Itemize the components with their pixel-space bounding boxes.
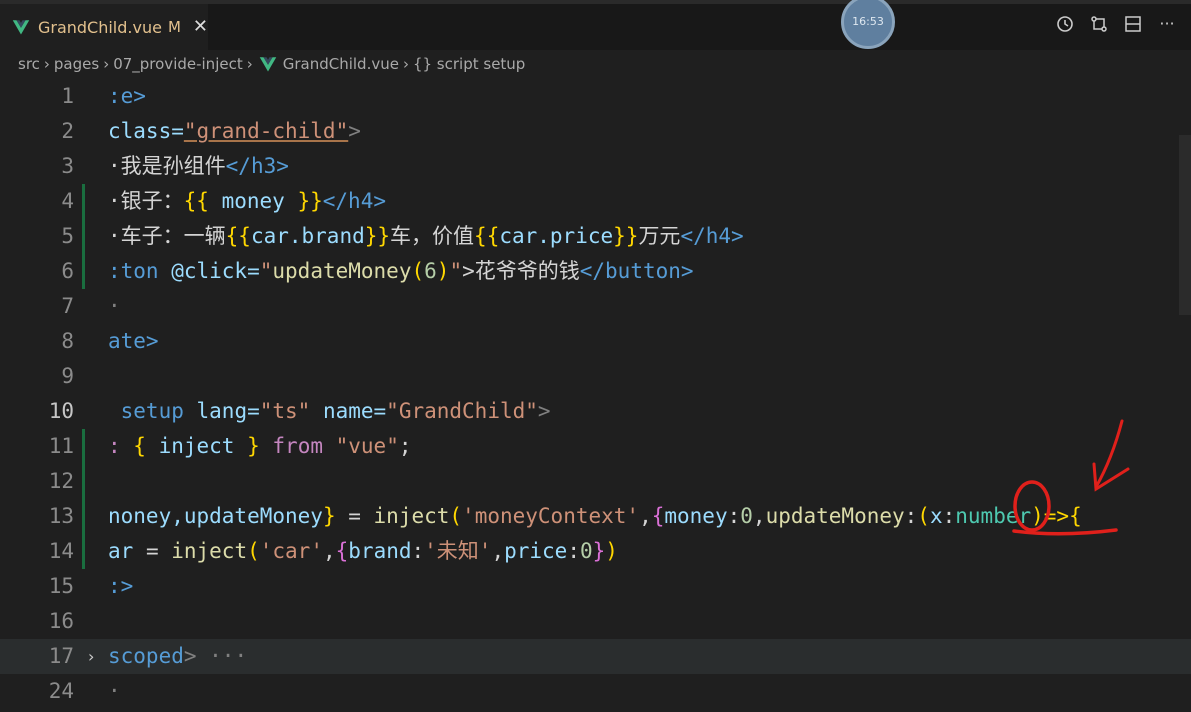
tab-file-name: GrandChild.vue — [37, 17, 162, 37]
code-line: 2 class="grand-child"> — [0, 114, 1191, 149]
line-number: 13 — [48, 504, 74, 528]
breadcrumb-item-file[interactable]: GrandChild.vue — [283, 55, 399, 73]
breadcrumb: src › pages › 07_provide-inject › GrandC… — [0, 50, 1191, 78]
breadcrumb-item-pages[interactable]: pages — [54, 55, 99, 73]
line-number: 12 — [48, 469, 74, 493]
chevron-right-icon: › — [246, 55, 253, 73]
breadcrumb-item-folder[interactable]: 07_provide-inject — [113, 55, 243, 73]
code-line: 7 · — [0, 289, 1191, 324]
vue-icon — [12, 20, 30, 35]
code-line: 1 :e> — [0, 79, 1191, 114]
code-line: 9 — [0, 359, 1191, 394]
breadcrumb-item-symbol[interactable]: {} script setup — [413, 55, 525, 73]
code-text: ·车子：一辆{{car.brand}}车，价值{{car.price}}万元</… — [108, 224, 744, 248]
code-text: :e> — [108, 84, 146, 108]
code-line: 16 — [0, 604, 1191, 639]
code-line: 13 noney,updateMoney} = inject('moneyCon… — [0, 499, 1191, 534]
line-number: 17 — [48, 644, 74, 668]
vue-icon — [259, 57, 276, 72]
code-line: 24 · — [0, 674, 1191, 709]
line-number: 11 — [48, 434, 74, 458]
line-number: 15 — [48, 574, 74, 598]
code-text: setup lang="ts" name="GrandChild"> — [108, 399, 551, 423]
line-number: 5 — [61, 224, 74, 248]
clock-overlay: 16:53 — [841, 0, 895, 49]
code-text: class="grand-child"> — [108, 119, 361, 143]
code-text: : { inject } from "vue"; — [108, 434, 412, 458]
line-number: 4 — [61, 189, 74, 213]
code-line: 4 ·银子：{{ money }}</h4> — [0, 184, 1191, 219]
code-line-folded[interactable]: 17 scoped> ··· — [0, 639, 1191, 674]
code-line: 14 ar = inject('car',{brand:'未知',price:0… — [0, 534, 1191, 569]
code-text: noney,updateMoney} = inject('moneyContex… — [108, 504, 1082, 528]
code-text: ·我是孙组件</h3> — [108, 154, 289, 178]
compare-changes-icon[interactable] — [1089, 14, 1109, 34]
line-number: 6 — [61, 259, 74, 283]
close-icon[interactable]: ✕ — [193, 18, 208, 36]
code-line: 8 ate> — [0, 324, 1191, 359]
line-number: 10 — [48, 399, 74, 423]
line-number: 8 — [61, 329, 74, 353]
chevron-right-icon: › — [103, 55, 110, 73]
breadcrumb-item-src[interactable]: src — [18, 55, 40, 73]
tab-bar: GrandChild.vue M ✕ 16:53 ··· — [0, 0, 1191, 50]
code-text: ate> — [108, 329, 159, 353]
code-text: · — [108, 294, 121, 318]
editor-actions: ··· — [1055, 14, 1177, 34]
line-number: 7 — [61, 294, 74, 318]
modified-badge: M — [167, 18, 181, 36]
code-text: ar = inject('car',{brand:'未知',price:0}) — [108, 539, 618, 563]
chevron-right-icon: › — [402, 55, 409, 73]
line-number: 9 — [61, 364, 74, 388]
more-actions-icon[interactable]: ··· — [1157, 14, 1177, 34]
line-number: 14 — [48, 539, 74, 563]
clock-time: 16:53 — [852, 15, 884, 28]
history-icon[interactable] — [1055, 14, 1075, 34]
line-number: 16 — [48, 609, 74, 633]
code-line: 3 ·我是孙组件</h3> — [0, 149, 1191, 184]
code-line: 15 :> — [0, 569, 1191, 604]
code-line: 11 : { inject } from "vue"; — [0, 429, 1191, 464]
code-text: ·银子：{{ money }}</h4> — [108, 189, 386, 213]
code-text: · — [108, 679, 121, 703]
split-editor-icon[interactable] — [1123, 14, 1143, 34]
editor-tab[interactable]: GrandChild.vue M ✕ — [0, 4, 208, 50]
code-text: :> — [108, 574, 134, 598]
code-text: :ton @click="updateMoney(6)">花爷爷的钱</butt… — [108, 259, 694, 283]
code-line-current: 10 setup lang="ts" name="GrandChild"> — [0, 394, 1191, 429]
line-number: 1 — [61, 84, 74, 108]
code-editor[interactable]: 1 :e> 2 class="grand-child"> 3 ·我是孙组件</h… — [0, 79, 1191, 712]
chevron-right-icon[interactable]: › — [88, 639, 94, 674]
code-line: 5 ·车子：一辆{{car.brand}}车，价值{{car.price}}万元… — [0, 219, 1191, 254]
line-number: 3 — [61, 154, 74, 178]
code-line: 12 — [0, 464, 1191, 499]
code-line: 6 :ton @click="updateMoney(6)">花爷爷的钱</bu… — [0, 254, 1191, 289]
line-number: 24 — [48, 679, 74, 703]
code-text: scoped> ··· — [108, 644, 248, 668]
chevron-right-icon: › — [43, 55, 50, 73]
line-number: 2 — [61, 119, 74, 143]
